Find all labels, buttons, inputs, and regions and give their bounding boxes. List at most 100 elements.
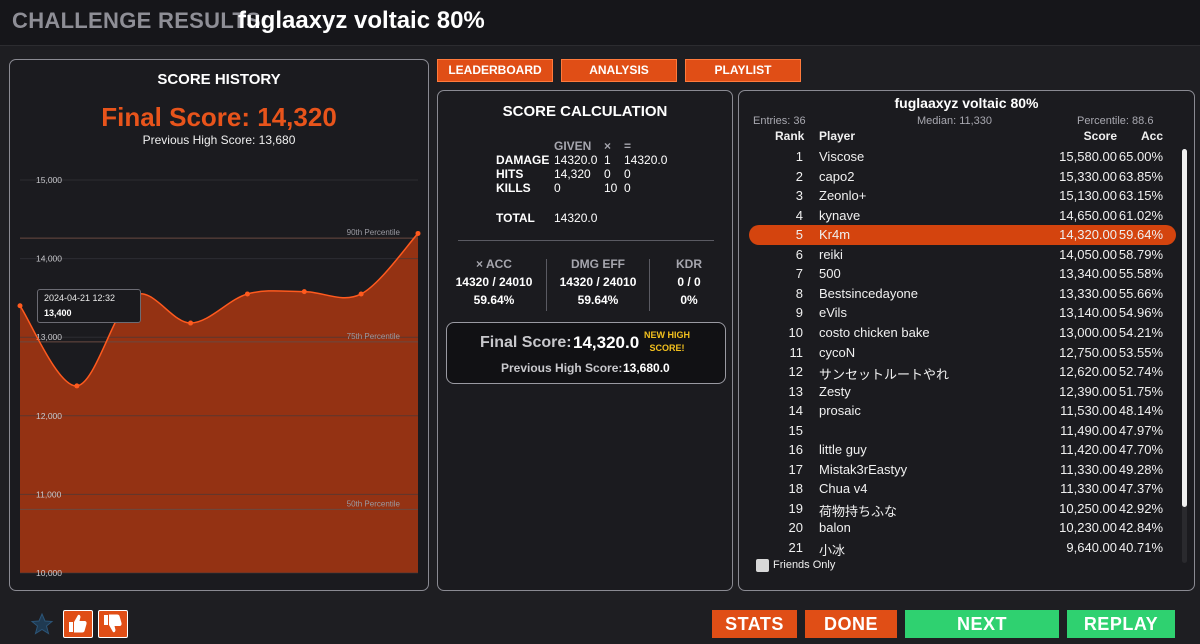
header-label: CHALLENGE RESULTS: <box>12 8 269 33</box>
table-row[interactable]: 6 reiki 14,050.00 58.79% <box>749 245 1176 265</box>
stat-dmgeff-head: DMG EFF <box>571 257 625 271</box>
table-row[interactable]: 8 Bestsincedayone 13,330.00 55.66% <box>749 284 1176 304</box>
thumbs-up-button[interactable] <box>63 610 93 638</box>
score-history-chart[interactable]: 90th Percentile 75th Percentile 50th Perce… <box>10 60 430 592</box>
rank-cell: 18 <box>788 481 803 497</box>
new-high-line-2: SCORE! <box>649 343 685 353</box>
tooltip-date: 2024-04-21 12:32 <box>44 293 116 303</box>
player-cell: balon <box>819 520 851 536</box>
rank-cell: 20 <box>788 520 803 536</box>
table-row[interactable]: 16 little guy 11,420.00 47.70% <box>749 440 1176 460</box>
score-cell: 13,000.00 <box>1059 324 1117 340</box>
table-row[interactable]: 7 500 13,340.00 55.58% <box>749 264 1176 284</box>
stat-acc-ratio: 14320 / 24010 <box>455 275 533 289</box>
table-row[interactable]: 18 Chua v4 11,330.00 47.37% <box>749 479 1176 499</box>
table-row[interactable]: 11 cycoN 12,750.00 53.55% <box>749 343 1176 363</box>
score-cell: 15,130.00 <box>1059 188 1117 204</box>
acc-cell: 59.64% <box>1118 227 1163 243</box>
stat-kdr-head: KDR <box>676 257 702 271</box>
acc-cell: 40.71% <box>1118 540 1163 555</box>
leaderboard-header: Rank Player Score Acc <box>749 128 1176 145</box>
table-row[interactable]: 10 costo chicken bake 13,000.00 54.21% <box>749 323 1176 343</box>
score-cell: 13,140.00 <box>1059 305 1117 321</box>
final-score-label: Final Score: <box>480 334 572 351</box>
score-cell: 12,620.00 <box>1059 364 1117 380</box>
acc-cell: 54.21% <box>1118 324 1163 340</box>
friends-only-checkbox[interactable] <box>756 559 769 572</box>
score-cell: 15,330.00 <box>1059 168 1117 184</box>
player-cell: costo chicken bake <box>819 324 930 340</box>
acc-cell: 52.74% <box>1118 364 1163 380</box>
player-cell: 荷物持ちふな <box>819 503 898 519</box>
table-row[interactable]: 5 Kr4m 14,320.00 59.64% <box>749 225 1176 245</box>
prev-high-label: Previous High Score: <box>501 361 623 375</box>
player-cell: 500 <box>819 266 841 282</box>
thumbs-down-button[interactable] <box>98 610 128 638</box>
table-row[interactable]: 4 kynave 14,650.00 61.02% <box>749 206 1176 226</box>
rank-cell: 4 <box>795 207 803 223</box>
stat-acc-head: × ACC <box>476 257 512 271</box>
y-tick-label: 15,000 <box>36 175 62 185</box>
score-cell: 11,330.00 <box>1060 481 1117 497</box>
table-row[interactable]: 9 eVils 13,140.00 54.96% <box>749 303 1176 323</box>
stats-button[interactable]: STATS <box>712 610 797 638</box>
stat-divider-2 <box>649 259 650 311</box>
calc-divider <box>458 240 714 241</box>
table-row[interactable]: 15 11,490.00 47.97% <box>749 421 1176 441</box>
player-cell: Viscose <box>819 149 865 164</box>
acc-cell: 47.97% <box>1118 422 1163 438</box>
col-equals: = <box>624 139 632 153</box>
table-row[interactable]: 13 Zesty 12,390.00 51.75% <box>749 382 1176 402</box>
replay-button[interactable]: REPLAY <box>1067 610 1175 638</box>
new-high-line-1: NEW HIGH <box>644 330 690 340</box>
total-value: 14320.0 <box>554 211 598 225</box>
rank-cell: 15 <box>788 422 803 438</box>
entries-count: Entries: 36 <box>753 115 806 127</box>
score-cell: 13,330.00 <box>1059 285 1117 301</box>
scrollbar-thumb[interactable] <box>1182 149 1187 507</box>
player-cell: eVils <box>819 305 847 321</box>
table-row[interactable]: 1 Viscose 15,580.00 65.00% <box>749 147 1176 167</box>
done-button[interactable]: DONE <box>805 610 897 638</box>
score-cell: 15,580.00 <box>1059 149 1117 164</box>
rank-cell: 13 <box>788 383 803 399</box>
tab-leaderboard[interactable]: LEADERBOARD <box>437 59 553 82</box>
tooltip-value: 13,400 <box>44 308 72 318</box>
table-row[interactable]: 12 サンセットルートやれ 12,620.00 52.74% <box>749 362 1176 382</box>
tab-playlist[interactable]: PLAYLIST <box>685 59 801 82</box>
col-acc: Acc <box>1140 129 1163 143</box>
favorite-star-icon[interactable] <box>30 612 54 636</box>
col-score: Score <box>1083 129 1117 143</box>
rank-cell: 19 <box>788 500 803 516</box>
table-row[interactable]: 20 balon 10,230.00 42.84% <box>749 518 1176 538</box>
col-multiplier: × <box>604 139 612 153</box>
rank-cell: 3 <box>795 188 803 204</box>
final-score-value: 14,320.0 <box>573 333 640 352</box>
rank-cell: 21 <box>788 540 803 555</box>
table-row[interactable]: 19 荷物持ちふな 10,250.00 42.92% <box>749 499 1176 519</box>
leaderboard-title: fuglaaxyz voltaic 80% <box>894 95 1039 111</box>
acc-cell: 63.85% <box>1118 168 1163 184</box>
player-cell: prosaic <box>819 403 861 419</box>
col-given: GIVEN <box>554 139 592 153</box>
rank-cell: 8 <box>795 285 803 301</box>
table-row[interactable]: 17 Mistak3rEastyy 11,330.00 49.28% <box>749 460 1176 480</box>
median-score: Median: 11,330 <box>917 115 993 127</box>
leaderboard-scrollbar[interactable] <box>1182 149 1187 563</box>
score-cell: 14,650.00 <box>1059 207 1117 223</box>
y-tick-label: 14,000 <box>36 254 62 264</box>
score-area <box>20 233 418 573</box>
acc-cell: 42.84% <box>1118 520 1163 536</box>
y-tick-label: 10,000 <box>36 568 62 578</box>
percentile-label: 90th Percentile <box>347 228 401 237</box>
score-cell: 11,330.00 <box>1060 461 1117 477</box>
next-button[interactable]: NEXT <box>905 610 1059 638</box>
table-row[interactable]: 14 prosaic 11,530.00 48.14% <box>749 401 1176 421</box>
row-hits-mult: 0 <box>604 167 611 181</box>
table-row[interactable]: 2 capo2 15,330.00 63.85% <box>749 167 1176 187</box>
tab-analysis[interactable]: ANALYSIS <box>561 59 677 82</box>
player-cell: kynave <box>819 207 861 223</box>
score-cell: 12,750.00 <box>1059 344 1117 360</box>
table-row[interactable]: 21 小冰 9,640.00 40.71% <box>749 538 1176 558</box>
table-row[interactable]: 3 Zeonlo+ 15,130.00 63.15% <box>749 186 1176 206</box>
